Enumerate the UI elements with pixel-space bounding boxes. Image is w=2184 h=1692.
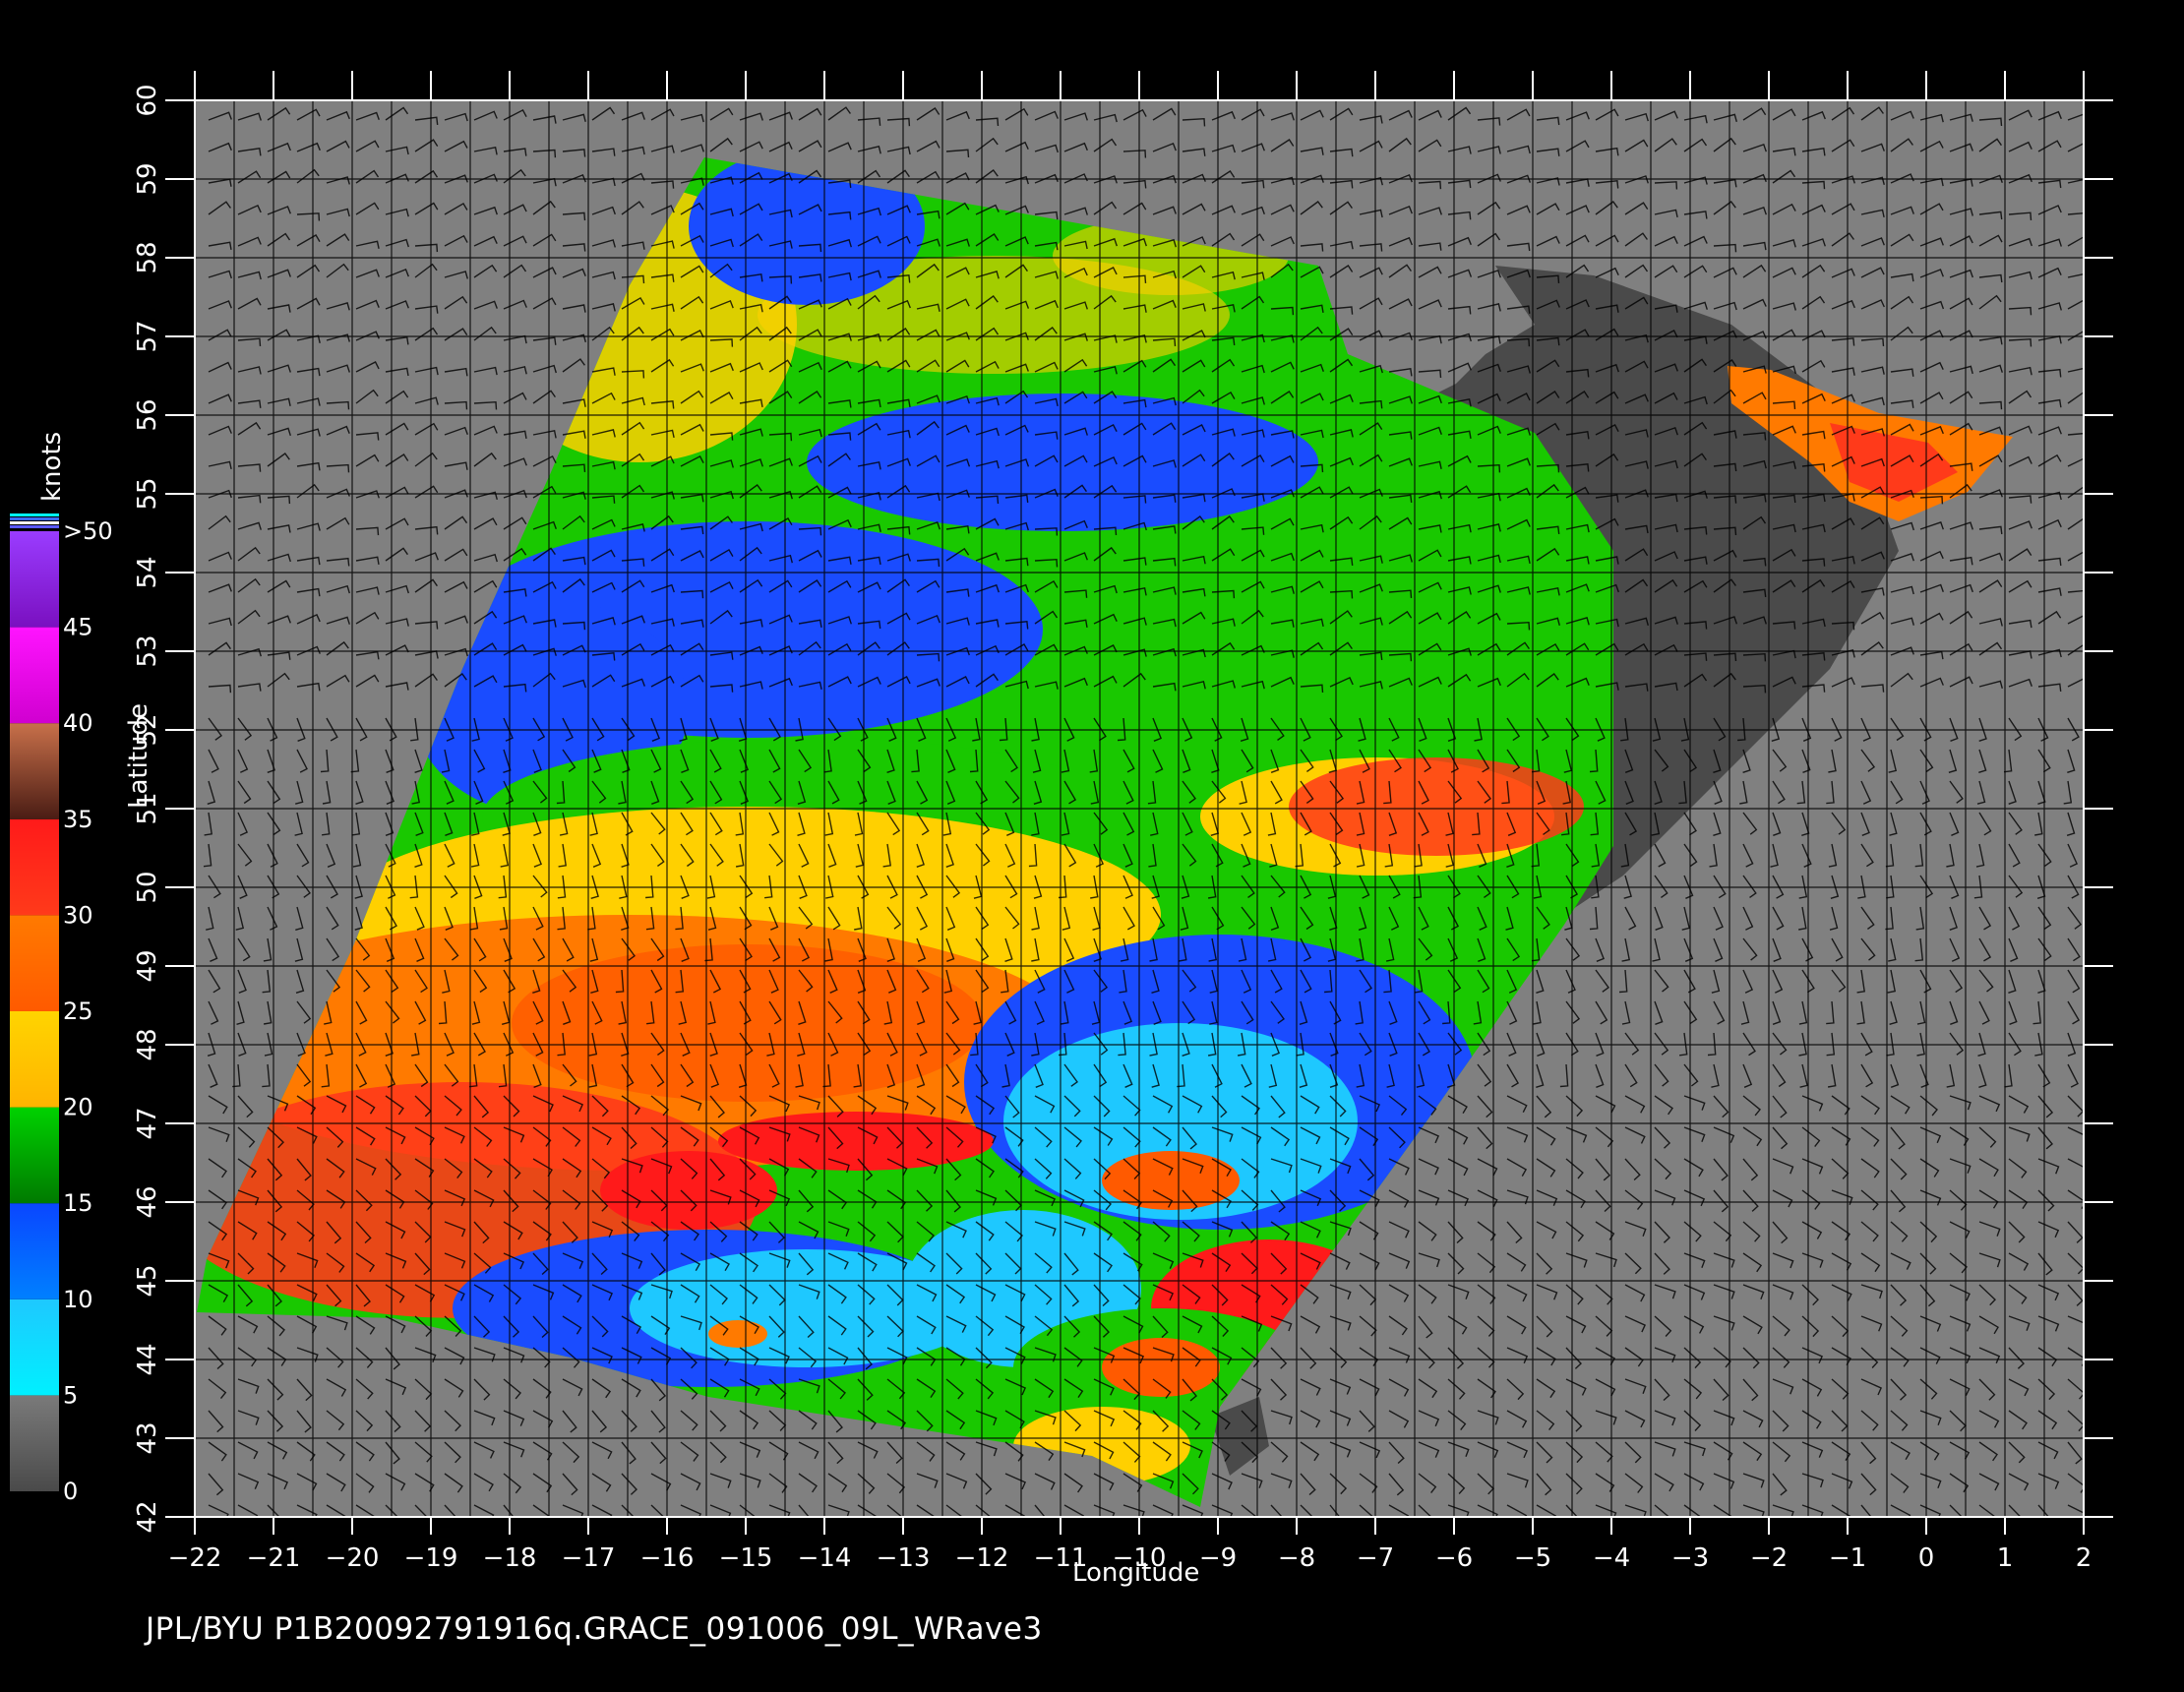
latitude-tick-label: 58 xyxy=(133,241,162,273)
longitude-tick-label: −18 xyxy=(483,1543,537,1573)
longitude-tick-label: 2 xyxy=(2076,1543,2093,1573)
longitude-tick-label: −14 xyxy=(798,1543,852,1573)
longitude-tick-label: −4 xyxy=(1593,1543,1630,1573)
latitude-tick-label: 53 xyxy=(133,634,162,667)
latitude-tick-label: 52 xyxy=(133,713,162,746)
colorbar-overflow-stripe xyxy=(10,521,59,524)
colorbar-tick-label: 45 xyxy=(63,614,93,641)
longitude-tick-label: −7 xyxy=(1357,1543,1394,1573)
latitude-tick-label: 60 xyxy=(133,84,162,116)
latitude-tick-label: 42 xyxy=(133,1500,162,1533)
longitude-tick-label: −9 xyxy=(1199,1543,1237,1573)
colorbar-tick-label: 15 xyxy=(63,1189,93,1217)
colorbar-tick-label: >50 xyxy=(63,517,113,545)
colorbar-band xyxy=(10,531,59,628)
colorbar-tick-label: 10 xyxy=(63,1286,93,1313)
latitude-tick-label: 49 xyxy=(133,949,162,982)
latitude-tick-label: 44 xyxy=(133,1343,162,1375)
longitude-tick-label: −1 xyxy=(1829,1543,1866,1573)
latitude-tick-label: 50 xyxy=(133,871,162,903)
colorbar-tick-label: 20 xyxy=(63,1094,93,1121)
longitude-tick-label: −21 xyxy=(247,1543,301,1573)
longitude-tick-label: −5 xyxy=(1514,1543,1551,1573)
colorbar-band xyxy=(10,1011,59,1108)
longitude-tick-label: −15 xyxy=(719,1543,773,1573)
wind-speed-map: −22 −21 −20 −19 −18 −17 −16 −15 −14 −13 −12 −11 −10−… xyxy=(10,71,2113,1573)
longitude-tick-label: −17 xyxy=(562,1543,616,1573)
colorbar-band xyxy=(10,1107,59,1204)
latitude-tick-label: 43 xyxy=(133,1421,162,1454)
colorbar-tick-label: 0 xyxy=(63,1478,78,1505)
longitude-tick-label: −3 xyxy=(1671,1543,1709,1573)
colorbar-tick-label: 30 xyxy=(63,901,93,929)
latitude-tick-label: 51 xyxy=(133,792,162,824)
longitude-tick-label: −19 xyxy=(404,1543,458,1573)
colorbar-overflow-stripe xyxy=(10,517,59,520)
longitude-tick-label: −11 xyxy=(1034,1543,1088,1573)
latitude-tick-label: 55 xyxy=(133,477,162,510)
longitude-tick-label: −8 xyxy=(1278,1543,1315,1573)
latitude-tick-label: 56 xyxy=(133,398,162,431)
colorbar-band xyxy=(10,818,59,916)
longitude-tick-label: 1 xyxy=(1997,1543,2014,1573)
colorbar-overflow-stripe xyxy=(10,525,59,528)
longitude-tick-label: −10 xyxy=(1113,1543,1167,1573)
longitude-tick-label: −16 xyxy=(640,1543,695,1573)
longitude-tick-label: −2 xyxy=(1750,1543,1788,1573)
latitude-tick-label: 59 xyxy=(133,162,162,195)
longitude-tick-label: −20 xyxy=(326,1543,380,1573)
colorbar-tick-label: 35 xyxy=(63,806,93,833)
colorbar-tick-label: 25 xyxy=(63,997,93,1025)
longitude-tick-label: −13 xyxy=(877,1543,931,1573)
wind-speed-colorbar xyxy=(10,514,59,1491)
latitude-tick-label: 46 xyxy=(133,1185,162,1218)
longitude-tick-label: −22 xyxy=(168,1543,222,1573)
colorbar-band xyxy=(10,723,59,819)
colorbar-band xyxy=(10,1395,59,1491)
longitude-tick-label: −12 xyxy=(955,1543,1009,1573)
colorbar-overflow-stripe xyxy=(10,514,59,516)
latitude-tick-label: 57 xyxy=(133,320,162,352)
latitude-tick-label: 48 xyxy=(133,1028,162,1060)
colorbar-band xyxy=(10,1203,59,1299)
colorbar-band xyxy=(10,915,59,1011)
colorbar-band xyxy=(10,627,59,724)
latitude-tick-label: 45 xyxy=(133,1264,162,1297)
longitude-tick-label: 0 xyxy=(1918,1543,1935,1573)
latitude-tick-label: 47 xyxy=(133,1107,162,1139)
colorbar-band xyxy=(10,1299,59,1396)
colorbar-tick-label: 40 xyxy=(63,709,93,737)
colorbar-tick-label: 5 xyxy=(63,1381,78,1409)
longitude-tick-label: −6 xyxy=(1435,1543,1473,1573)
latitude-tick-label: 54 xyxy=(133,556,162,588)
